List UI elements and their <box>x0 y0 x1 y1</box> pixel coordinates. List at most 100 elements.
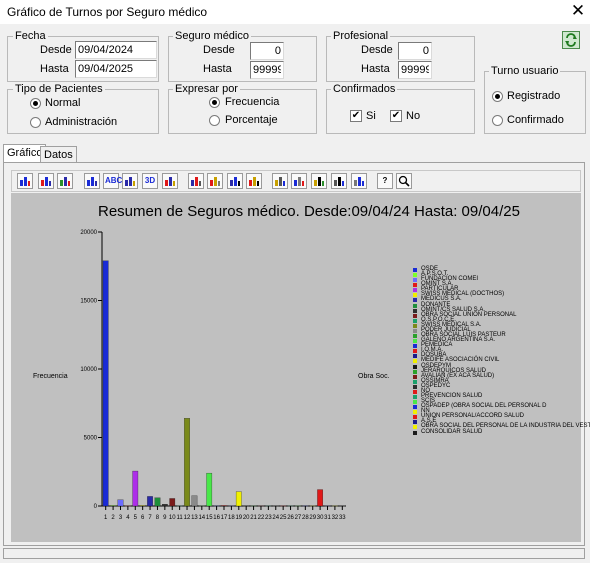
legend-swatch <box>413 425 417 430</box>
profesional-hasta-label: Hasta <box>361 63 390 75</box>
legend-swatch <box>413 344 417 349</box>
tipo-administracion-label: Administración <box>45 116 118 128</box>
turno-confirmado-radio[interactable] <box>492 115 503 126</box>
font-button[interactable] <box>162 173 178 189</box>
legend-swatch <box>413 364 417 369</box>
legend-swatch <box>413 354 417 359</box>
legend-swatch <box>413 293 417 298</box>
legend-swatch <box>413 298 417 303</box>
turno-registrado-radio[interactable] <box>492 91 503 102</box>
bar-chart-icon <box>19 175 31 187</box>
confirmados-no-label: No <box>406 110 421 122</box>
copy-button[interactable] <box>331 173 347 189</box>
3d-toggle-button[interactable]: 3D <box>142 173 158 189</box>
crosshair-icon <box>248 175 260 187</box>
expresar-frecuencia-radio[interactable] <box>209 97 220 108</box>
legend-swatch <box>413 278 417 283</box>
profesional-hasta-field[interactable] <box>398 61 432 79</box>
profesional-desde-label: Desde <box>361 44 393 56</box>
window-title: Gráfico de Turnos por Seguro médico <box>7 5 208 19</box>
help-icon: ? <box>382 176 388 185</box>
legend-swatch <box>413 405 417 410</box>
legend-swatch <box>413 334 417 339</box>
highlight-button[interactable] <box>272 173 288 189</box>
table-button[interactable] <box>122 173 138 189</box>
seguro-group <box>168 36 317 82</box>
pie-chart-button[interactable] <box>38 173 54 189</box>
fecha-group-label: Fecha <box>13 30 48 42</box>
legend-swatch <box>413 308 417 313</box>
legend-label: OSPADEP (OBRA SOCIAL DEL PERSONAL D <box>421 403 547 410</box>
help-button[interactable]: ? <box>377 173 393 189</box>
abc-labels-icon: ABC <box>105 176 123 185</box>
legend-swatch <box>413 395 417 399</box>
legend-swatch <box>413 374 417 379</box>
seguro-hasta-field[interactable] <box>250 61 284 79</box>
legend-swatch <box>413 430 417 435</box>
legend-swatch <box>413 273 417 278</box>
close-icon[interactable]: ✕ <box>569 1 587 21</box>
tipo-administracion-radio[interactable] <box>30 117 41 128</box>
scatter-button[interactable] <box>207 173 223 189</box>
edit-pen-icon <box>353 175 365 187</box>
marker-icon <box>190 175 202 187</box>
tab-datos[interactable]: Datos <box>40 146 77 163</box>
y-axis-label: Frecuencia <box>33 373 68 380</box>
stacked-bar-button[interactable] <box>57 173 73 189</box>
color-icon <box>229 175 241 187</box>
tipo-normal-label: Normal <box>45 97 81 109</box>
seguro-desde-field[interactable] <box>250 42 284 60</box>
legend-label: UNION PERSONAL/ACCORD SALUD <box>421 413 525 420</box>
chart-area <box>11 193 581 542</box>
fecha-hasta-label: Hasta <box>40 63 69 75</box>
abc-labels-button[interactable]: ABC <box>103 173 123 189</box>
seguro-hasta-label: Hasta <box>203 63 232 75</box>
legend-button[interactable] <box>291 173 307 189</box>
legend-swatch <box>413 420 417 425</box>
tooltip-button[interactable] <box>311 173 327 189</box>
tipo-normal-radio[interactable] <box>30 98 41 109</box>
confirmados-si-checkbox[interactable]: ✔ <box>350 110 362 122</box>
expresar-por-group-label: Expresar por <box>173 83 240 95</box>
legend-swatch <box>413 288 417 293</box>
zoom-icon <box>398 175 410 187</box>
highlight-icon <box>274 175 286 187</box>
bar-chart-button[interactable] <box>17 173 33 189</box>
confirmados-no-checkbox[interactable]: ✔ <box>390 110 402 122</box>
x-axis-label: Obra Soc. <box>358 373 390 380</box>
profesional-desde-field[interactable] <box>398 42 432 60</box>
zoom-button[interactable] <box>396 173 412 189</box>
turno-usuario-group-label: Turno usuario <box>489 65 561 77</box>
tooltip-icon <box>313 175 325 187</box>
refresh-button[interactable] <box>562 31 580 49</box>
legend-swatch <box>413 415 417 420</box>
legend-swatch <box>413 369 417 374</box>
stacked-bar-icon <box>59 175 71 187</box>
legend-swatch <box>413 389 417 394</box>
color-button[interactable] <box>227 173 243 189</box>
fecha-hasta-field[interactable] <box>75 60 157 78</box>
legend-swatch <box>413 328 417 333</box>
tab-grafico-label: Gráfico <box>7 147 43 159</box>
legend-swatch <box>413 268 417 272</box>
expresar-porcentaje-radio[interactable] <box>209 115 220 126</box>
crosshair-button[interactable] <box>246 173 262 189</box>
fecha-desde-field[interactable] <box>75 41 157 59</box>
legend-icon <box>293 175 305 187</box>
3d-toggle-icon: 3D <box>144 176 156 185</box>
copy-icon <box>333 175 345 187</box>
font-icon <box>164 175 176 187</box>
marker-button[interactable] <box>188 173 204 189</box>
legend-swatch <box>413 313 417 318</box>
tab-datos-label: Datos <box>44 149 73 161</box>
tipo-pacientes-group-label: Tipo de Pacientes <box>13 83 105 95</box>
edit-pen-button[interactable] <box>351 173 367 189</box>
seguro-desde-label: Desde <box>203 44 235 56</box>
scatter-icon <box>209 175 221 187</box>
data-grid-button[interactable] <box>84 173 100 189</box>
chart-title: Resumen de Seguros médico. Desde:09/04/2… <box>98 203 520 220</box>
fecha-desde-label: Desde <box>40 44 72 56</box>
title-bar: Gráfico de Turnos por Seguro médico ✕ <box>0 0 590 24</box>
turno-confirmado-label: Confirmado <box>507 114 564 126</box>
legend-swatch <box>413 283 417 288</box>
